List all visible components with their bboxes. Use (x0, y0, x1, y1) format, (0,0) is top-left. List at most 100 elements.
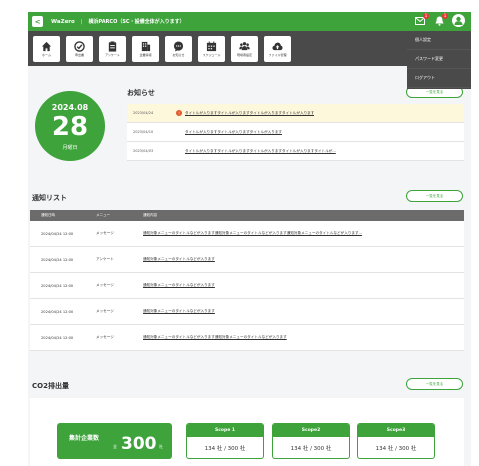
row-content-link[interactable]: 通知対象メニューのタイトルなどが入ります (137, 309, 464, 314)
row-datetime: 2024/04/24 12:00 (41, 257, 74, 262)
survey-icon (108, 40, 117, 52)
nav-item-news[interactable]: お知らせ (165, 35, 192, 62)
date-day: 28 (51, 112, 89, 142)
building-icon (141, 41, 151, 51)
column-header-datetime: 通知日時 (41, 213, 55, 217)
notice-date: 2023/04/10 (133, 130, 154, 134)
column-header-menu: メニュー (96, 213, 110, 217)
table-row[interactable]: 2024/04/24 12:00 メッセージ 通知対象メニューのタイトルなどが入… (30, 221, 464, 247)
company-name: 横浜PARCO（SC・設備全体が入ります） (88, 19, 185, 25)
mail-button[interactable]: 1 (414, 12, 429, 27)
chat-icon (173, 40, 184, 52)
notice-row[interactable]: 2023/04/03 タイトルが入りますタイトルが入りますタイトルが入りますタイ… (127, 142, 464, 161)
scope3-card[interactable]: Scope3 134 社 / 300 社 (357, 423, 435, 459)
row-menu: メッセージ (96, 283, 114, 287)
row-datetime: 2024/04/24 12:00 (41, 335, 74, 340)
form-icon (74, 40, 85, 52)
scope-label: Scope3 (358, 424, 434, 437)
notice-list: 2023/04/24 ! タイトルが入りますタイトルが入りますタイトルが入ります… (127, 104, 464, 161)
nav-item-home[interactable]: ホーム (33, 35, 60, 62)
nav-label: お知らせ (172, 52, 185, 57)
user-menu-dropdown: 個人設定 パスワード変更 ログアウト (407, 31, 471, 89)
notice-date: 2023/04/03 (133, 149, 154, 153)
notice-date: 2023/04/24 (133, 111, 154, 115)
row-content-link[interactable]: 通知対象メニューのタイトルなどが入ります (137, 257, 464, 262)
scope-value: 134 社 / 300 社 (375, 446, 417, 452)
notification-list-title: 通知リスト (32, 194, 67, 202)
nav-item-company[interactable]: 企業情報 (132, 35, 159, 62)
mail-badge: 1 (423, 12, 429, 19)
nav-item-form[interactable]: 申出書 (66, 35, 93, 62)
notice-title-link[interactable]: タイトルが入りますタイトルが入りますタイトルが入りますタイトルが入りますタイトル… (185, 149, 336, 154)
row-menu: メッセージ (96, 231, 114, 235)
table-row[interactable]: 2024/04/24 12:00 メッセージ 通知対象メニューのタイトルなどが入… (30, 299, 464, 325)
notices-title: お知らせ (127, 89, 155, 97)
notice-row[interactable]: 2023/04/10 タイトルが入りますタイトルが入りますタイトルが入ります (127, 123, 464, 142)
scope1-card[interactable]: Scope 1 134 社 / 300 社 (186, 423, 264, 459)
notice-row[interactable]: 2023/04/24 ! タイトルが入りますタイトルが入りますタイトルが入ります… (127, 104, 464, 123)
notice-title-link[interactable]: タイトルが入りますタイトルが入りますタイトルが入りますタイトルが入ります (185, 111, 314, 116)
row-content-link[interactable]: 通知対象メニューのタイトルなどが入ります通知対象メニューのタイトルなどが入ります… (137, 231, 464, 236)
user-icon (454, 16, 463, 25)
column-header-content: 通知内容 (143, 213, 157, 217)
nav-label: ホーム (42, 52, 51, 57)
calendar-icon (206, 40, 217, 51)
row-menu: メッセージ (96, 335, 114, 339)
nav-label: 企業情報 (139, 52, 152, 57)
nav-label: スケジュール (202, 52, 221, 57)
top-bar: < WaZero | 横浜PARCO（SC・設備全体が入ります） 1 1 (28, 12, 471, 31)
bell-badge: 1 (442, 12, 448, 19)
user-avatar-button[interactable] (452, 14, 465, 27)
nav-label: 申出書 (74, 52, 84, 57)
company-count-label: 集計企業数 (69, 435, 100, 442)
co2-title: CO2排出量 (32, 382, 69, 390)
menu-item-personal-settings[interactable]: 個人設定 (407, 31, 471, 50)
company-count-unit: 社 (159, 444, 163, 449)
notification-more-button[interactable]: 一覧を見る (406, 190, 463, 202)
company-count-value: 300 (121, 434, 157, 454)
date-weekday: 月曜日 (62, 145, 78, 151)
nav-item-staff-settings[interactable]: 現場者設定 (231, 35, 258, 62)
important-alert-icon: ! (176, 110, 182, 116)
row-menu: メッセージ (96, 309, 114, 313)
scope-value: 134 社 / 300 社 (204, 446, 246, 452)
row-datetime: 2024/04/24 12:00 (41, 309, 74, 314)
people-icon (239, 41, 250, 50)
date-year-month: 2024.08 (51, 103, 89, 112)
row-datetime: 2024/04/24 12:00 (41, 283, 74, 288)
nav-label: 現場者設定 (236, 52, 252, 57)
menu-item-logout[interactable]: ログアウト (407, 69, 471, 88)
company-count-prefix: 全 (113, 444, 117, 449)
co2-more-button[interactable]: 一覧を見る (406, 378, 463, 390)
header-actions: 1 1 (414, 12, 465, 27)
nav-item-file-management[interactable]: ファイル管理 (264, 35, 291, 62)
cloud-upload-icon (272, 42, 283, 50)
notification-button[interactable]: 1 (433, 12, 448, 27)
home-icon (41, 41, 52, 51)
row-content-link[interactable]: 通知対象メニューのタイトルなどが入ります (137, 283, 464, 288)
notice-title-link[interactable]: タイトルが入りますタイトルが入りますタイトルが入ります (185, 130, 282, 135)
row-menu: アンケート (96, 257, 114, 261)
nav-label: アンケート (105, 52, 120, 57)
company-count-card: 集計企業数 全 300 社 (57, 423, 172, 459)
nav-label: ファイル管理 (268, 52, 287, 57)
header-separator: | (80, 18, 83, 25)
scope-value: 134 社 / 300 社 (290, 446, 332, 452)
row-datetime: 2024/04/24 12:00 (41, 231, 74, 236)
table-row[interactable]: 2024/04/24 12:00 アンケート 通知対象メニューのタイトルなどが入… (30, 247, 464, 273)
table-row[interactable]: 2024/04/24 12:00 メッセージ 通知対象メニューのタイトルなどが入… (30, 273, 464, 299)
table-header: 通知日時 メニュー 通知内容 (30, 210, 464, 221)
nav-item-survey[interactable]: アンケート (99, 35, 126, 62)
row-content-link[interactable]: 通知対象メニューのタイトルなどが入ります通知対象メニューのタイトルなどが入ります (137, 335, 464, 340)
app-name: WaZero (51, 18, 75, 25)
date-widget: 2024.08 28 月曜日 (35, 91, 105, 161)
scope-label: Scope2 (273, 424, 349, 437)
table-row[interactable]: 2024/04/24 12:00 メッセージ 通知対象メニューのタイトルなどが入… (30, 325, 464, 351)
main-nav: ホーム 申出書 アンケート 企業情報 お知らせ スケジュール 現場者設定 ファイ… (28, 31, 471, 66)
menu-item-change-password[interactable]: パスワード変更 (407, 50, 471, 69)
nav-item-schedule[interactable]: スケジュール (198, 35, 225, 62)
scope2-card[interactable]: Scope2 134 社 / 300 社 (272, 423, 350, 459)
notification-table: 通知日時 メニュー 通知内容 2024/04/24 12:00 メッセージ 通知… (30, 210, 464, 351)
app-logo-icon[interactable]: < (32, 16, 43, 27)
scope-label: Scope 1 (187, 424, 263, 437)
